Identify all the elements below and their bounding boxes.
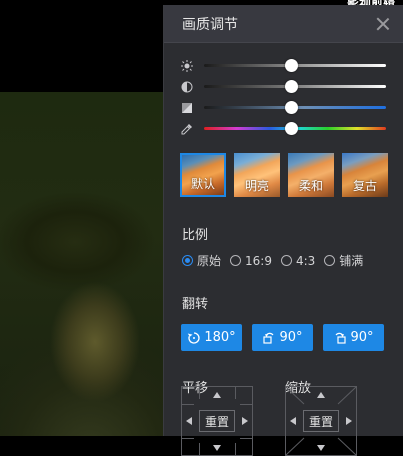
brightness-icon xyxy=(180,59,194,73)
pan-control: 重置 xyxy=(181,386,253,456)
radio-indicator xyxy=(230,255,242,266)
preset-retro[interactable]: 复古 xyxy=(342,153,388,197)
preset-label: 柔和 xyxy=(298,179,323,193)
rotate-180-button[interactable]: 180° xyxy=(181,324,242,351)
rotate-right-90-label: 90° xyxy=(350,330,374,345)
zoom-in-arrow[interactable] xyxy=(317,392,325,398)
radio-indicator xyxy=(182,255,193,266)
hue-slider-row xyxy=(180,118,386,139)
ratio-options: 原始 16:9 4:3 铺满 xyxy=(164,252,403,269)
pan-down-arrow[interactable] xyxy=(213,445,221,451)
pad-divider xyxy=(235,443,236,455)
preset-soft[interactable]: 柔和 xyxy=(288,153,334,197)
brightness-slider-knob[interactable] xyxy=(285,59,299,72)
pad-divider xyxy=(199,443,200,455)
preset-default[interactable]: 默认 xyxy=(180,153,226,197)
preset-label: 复古 xyxy=(352,179,377,193)
eyedropper-icon xyxy=(180,122,194,136)
preset-bright[interactable]: 明亮 xyxy=(234,153,280,197)
radio-label: 铺满 xyxy=(339,254,364,268)
radio-label: 16:9 xyxy=(245,253,272,268)
rotate-buttons: 180° 90° 90° xyxy=(164,324,403,351)
pad-divider xyxy=(182,438,194,439)
filter-presets: 默认 明亮 柔和 复古 xyxy=(164,139,403,197)
radio-label: 原始 xyxy=(197,254,222,268)
pad-divider xyxy=(240,438,252,439)
zoom-right-arrow[interactable] xyxy=(346,417,352,425)
contrast-slider-row xyxy=(180,76,386,97)
close-icon[interactable] xyxy=(376,17,390,31)
brightness-slider-row xyxy=(180,55,386,76)
hue-slider-knob[interactable] xyxy=(285,122,299,135)
zoom-reset-button[interactable]: 重置 xyxy=(303,410,339,432)
adjustment-sliders xyxy=(164,43,403,139)
pan-left-arrow[interactable] xyxy=(186,417,192,425)
zoom-out-arrow[interactable] xyxy=(317,445,325,451)
zoom-control: 重置 xyxy=(285,386,357,456)
preset-label: 明亮 xyxy=(244,179,269,193)
brightness-slider[interactable] xyxy=(204,59,386,72)
flip-title: 翻转 xyxy=(182,297,209,312)
pad-divider xyxy=(235,387,236,399)
pan-right-arrow[interactable] xyxy=(242,417,248,425)
pad-divider xyxy=(240,404,252,405)
pan-reset-button[interactable]: 重置 xyxy=(199,410,235,432)
picture-quality-panel: 画质调节 默认 明亮 柔和 复古 比例 原始 16:9 4:3 铺满 翻转 18… xyxy=(163,5,403,456)
rotate-right-90-button[interactable]: 90° xyxy=(323,324,384,351)
saturation-slider-knob[interactable] xyxy=(285,101,299,114)
rotate-left-90-label: 90° xyxy=(279,330,303,345)
ratio-4-3-radio[interactable]: 4:3 xyxy=(280,253,316,268)
hue-slider[interactable] xyxy=(204,122,386,135)
pad-divider xyxy=(199,387,200,399)
contrast-slider[interactable] xyxy=(204,80,386,93)
radio-indicator xyxy=(324,255,336,266)
contrast-slider-knob[interactable] xyxy=(285,80,299,93)
panel-title: 画质调节 xyxy=(182,16,238,33)
video-frame xyxy=(0,92,170,436)
ratio-original-radio[interactable]: 原始 xyxy=(182,252,221,269)
rotate-180-label: 180° xyxy=(204,330,236,345)
ratio-fill-radio[interactable]: 铺满 xyxy=(324,252,363,269)
saturation-slider-row xyxy=(180,97,386,118)
rotate-right-90-icon xyxy=(335,332,347,344)
ratio-title: 比例 xyxy=(182,228,209,243)
contrast-icon xyxy=(180,80,194,94)
pan-up-arrow[interactable] xyxy=(213,392,221,398)
rotate-left-90-button[interactable]: 90° xyxy=(252,324,313,351)
radio-indicator xyxy=(280,255,292,266)
panel-header: 画质调节 xyxy=(164,5,403,43)
saturation-slider[interactable] xyxy=(204,101,386,114)
zoom-left-arrow[interactable] xyxy=(290,417,296,425)
rotate-180-icon xyxy=(188,331,200,344)
pad-divider xyxy=(182,404,194,405)
radio-label: 4:3 xyxy=(295,253,316,268)
preset-label: 默认 xyxy=(190,177,215,191)
ratio-16-9-radio[interactable]: 16:9 xyxy=(230,254,272,268)
rotate-left-90-icon xyxy=(263,332,274,344)
saturation-icon xyxy=(180,101,194,115)
